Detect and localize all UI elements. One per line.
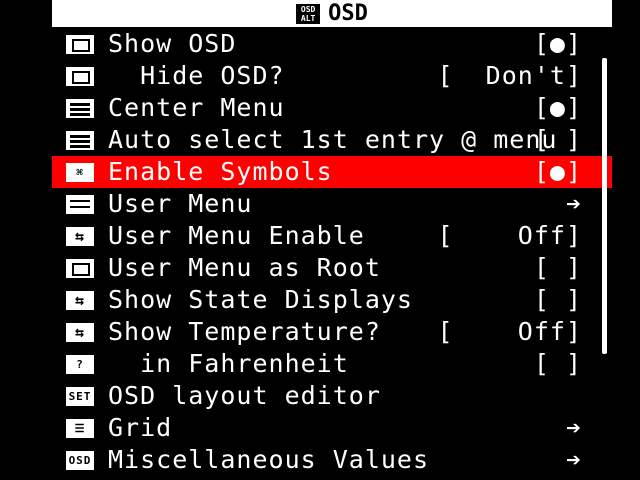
menu-item[interactable]: ? in Fahrenheit [ ]: [52, 348, 612, 380]
menu-item-value[interactable]: [ Don't]: [438, 60, 582, 92]
title-icon-subtext: ALT: [300, 13, 316, 23]
menu-item[interactable]: Hide OSD? [ Don't]: [52, 60, 612, 92]
menu-item-value[interactable]: [ ]: [534, 252, 582, 284]
menu-item[interactable]: Center Menu [●]: [52, 92, 612, 124]
menu-item-label: Center Menu: [108, 93, 285, 122]
menu-item-label: Enable Symbols: [108, 157, 333, 186]
scrollbar[interactable]: [602, 58, 607, 354]
lines-icon: [66, 99, 94, 118]
menu-item[interactable]: ⌘ Enable Symbols [●]: [52, 156, 612, 188]
menu-item-label: Show Temperature?: [108, 317, 381, 346]
menu-item[interactable]: SET OSD layout editor: [52, 380, 612, 412]
menu-item[interactable]: User Menu as Root [ ]: [52, 252, 612, 284]
menu-item-value[interactable]: ➔: [566, 412, 582, 444]
menu-item-value[interactable]: [ ]: [534, 124, 582, 156]
symbols-icon: ⌘: [66, 163, 94, 182]
menu-item-label: User Menu Enable: [108, 221, 365, 250]
swap-icon: [66, 227, 94, 246]
menu-item-value[interactable]: ➔: [566, 444, 582, 476]
menu-item-label: Show OSD: [108, 29, 237, 58]
swap-icon: [66, 291, 94, 310]
menu-item-label: Grid: [108, 413, 173, 442]
menu-item-value[interactable]: [●]: [534, 156, 582, 188]
menu-item[interactable]: OSD Miscellaneous Values ➔: [52, 444, 612, 476]
menu-item-value[interactable]: [ ]: [534, 348, 582, 380]
menu-item-value[interactable]: [ Off]: [438, 220, 582, 252]
checkbox-icon: [66, 259, 94, 278]
grid-icon: ☰: [66, 419, 94, 438]
menu-item[interactable]: Auto select 1st entry @ menu[ ]: [52, 124, 612, 156]
menu-item-label: OSD layout editor: [108, 381, 381, 410]
menu-item[interactable]: Show State Displays [ ]: [52, 284, 612, 316]
menu-item-label: in Fahrenheit: [108, 349, 349, 378]
checkbox-icon: [66, 67, 94, 86]
menu-item-value[interactable]: ➔: [566, 188, 582, 220]
set-icon: SET: [66, 387, 94, 406]
menu-item-value[interactable]: [ Off]: [438, 316, 582, 348]
menu-item-label: User Menu as Root: [108, 253, 381, 282]
page-title: OSD: [328, 1, 368, 26]
menu-item-value[interactable]: [●]: [534, 92, 582, 124]
menu-item[interactable]: ☰ Grid ➔: [52, 412, 612, 444]
menu-item[interactable]: Show OSD [●]: [52, 28, 612, 60]
menu-item-value[interactable]: [ ]: [534, 284, 582, 316]
swap-icon: [66, 323, 94, 342]
menu-item-label: Hide OSD?: [108, 61, 285, 90]
menu-icon: [66, 195, 94, 214]
question-icon: ?: [66, 355, 94, 374]
osd-alt-icon: OSD ALT: [296, 3, 321, 24]
menu-item-label: Auto select 1st entry @ menu: [108, 125, 558, 154]
title-icon-text: OSD: [300, 4, 316, 14]
menu-item-label: Show State Displays: [108, 285, 413, 314]
menu-item-label: User Menu: [108, 189, 253, 218]
menu-item[interactable]: User Menu ➔: [52, 188, 612, 220]
menu-item[interactable]: Show Temperature? [ Off]: [52, 316, 612, 348]
title-bar: OSD ALT OSD: [52, 0, 612, 27]
menu-item[interactable]: User Menu Enable [ Off]: [52, 220, 612, 252]
checkbox-icon: [66, 35, 94, 54]
osd-menu: Show OSD [●] Hide OSD?[ Don't] Center Menu…: [52, 28, 612, 476]
menu-item-value[interactable]: [●]: [534, 28, 582, 60]
lines-icon: [66, 131, 94, 150]
osd-alt-icon: OSD: [66, 451, 94, 470]
menu-item-label: Miscellaneous Values: [108, 445, 430, 474]
